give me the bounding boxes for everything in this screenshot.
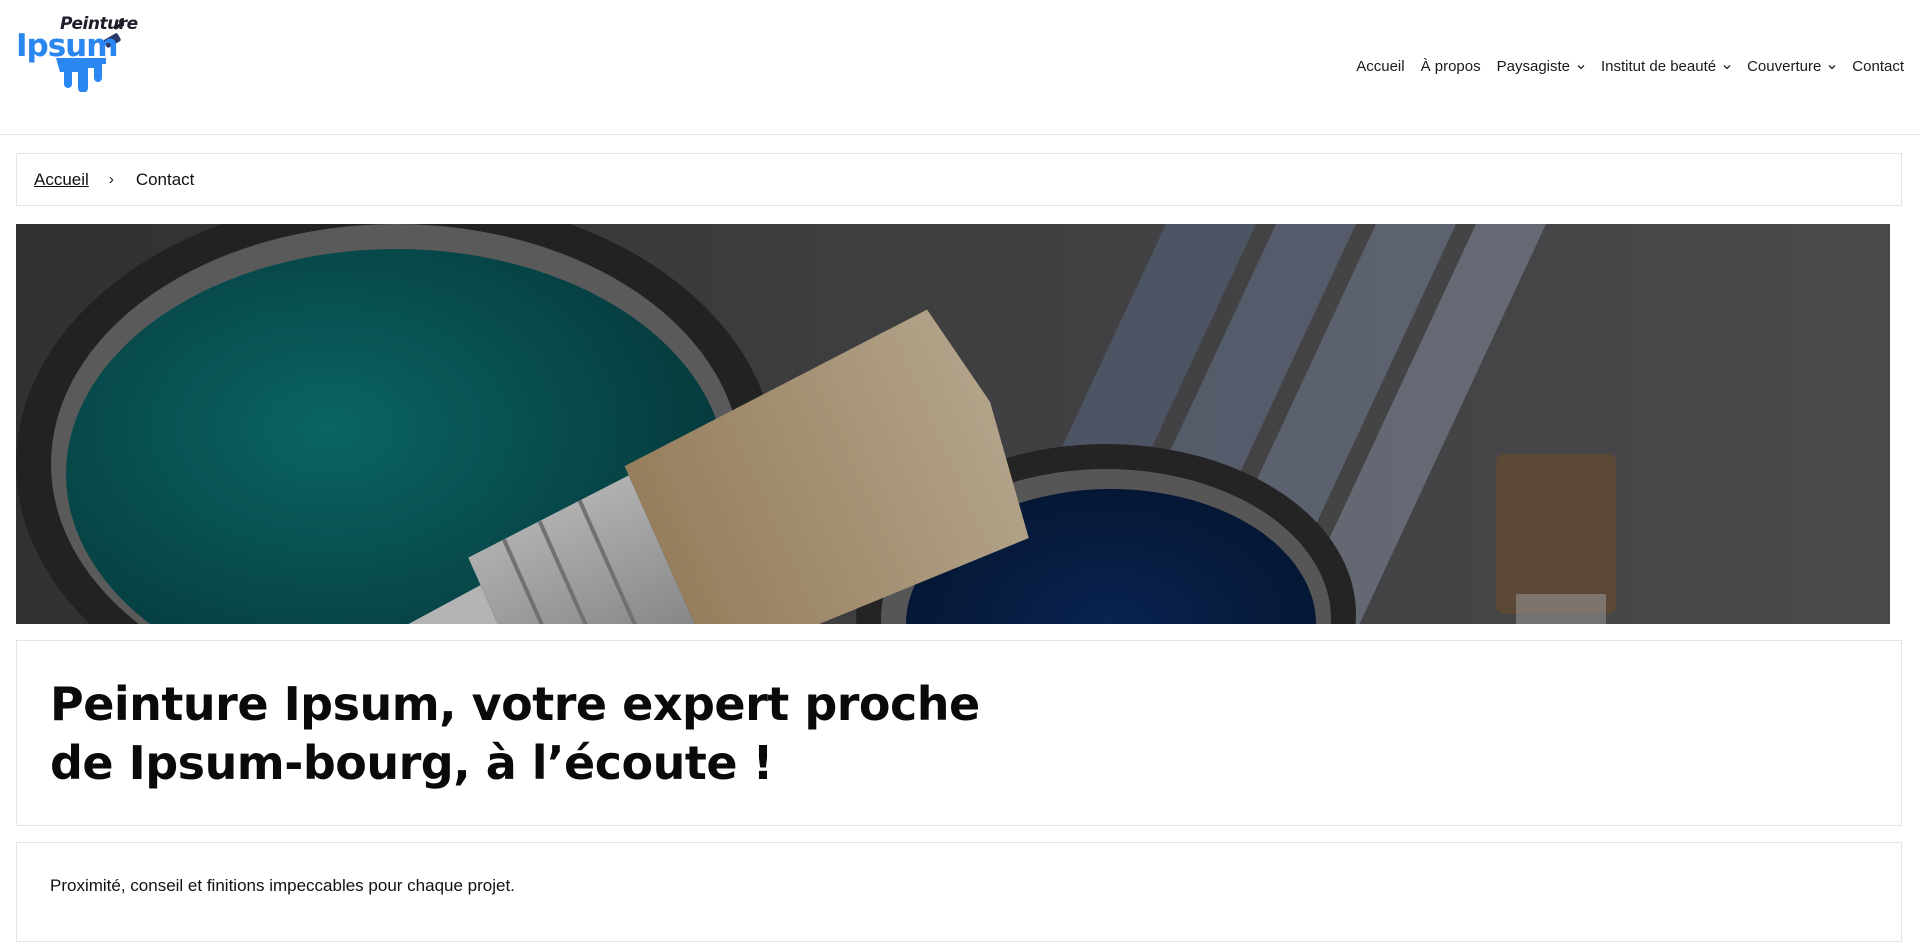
nav-item-institut-de-beaute[interactable]: Institut de beauté	[1601, 58, 1731, 75]
breadcrumb-separator: ›	[108, 171, 114, 188]
breadcrumb: Accueil › Contact	[16, 153, 1902, 206]
breadcrumb-home-link[interactable]: Accueil	[34, 170, 89, 190]
logo-main-text: Ipsum	[16, 28, 119, 64]
intro-section: Proximité, conseil et finitions impeccab…	[16, 842, 1902, 942]
nav-item-couverture[interactable]: Couverture	[1747, 58, 1836, 75]
nav-label: Paysagiste	[1496, 58, 1570, 75]
site-logo[interactable]: Peinture Ipsum	[16, 14, 138, 92]
nav-label: Couverture	[1747, 58, 1822, 75]
nav-label: Contact	[1852, 58, 1904, 75]
nav-item-a-propos[interactable]: À propos	[1421, 58, 1481, 75]
paint-brush-photo	[16, 224, 1890, 624]
nav-item-accueil[interactable]: Accueil	[1356, 58, 1404, 75]
nav-label: Accueil	[1356, 58, 1405, 75]
breadcrumb-current: Contact	[135, 169, 195, 189]
main-nav: Accueil À propos Paysagiste Institut de …	[1340, 58, 1904, 75]
site-header: Peinture Ipsum Accueil À propos Paysagis…	[0, 0, 1920, 135]
nav-item-contact[interactable]: Contact	[1852, 58, 1904, 75]
nav-label: À propos	[1420, 58, 1481, 75]
title-section: Peinture Ipsum, votre expert proche de I…	[16, 640, 1902, 826]
nav-item-paysagiste[interactable]: Paysagiste	[1497, 58, 1585, 75]
page-title: Peinture Ipsum, votre expert proche de I…	[50, 677, 980, 790]
nav-label: Institut de beauté	[1601, 58, 1717, 75]
hero-image	[16, 224, 1890, 624]
chevron-down-icon	[1723, 64, 1731, 69]
chevron-down-icon	[1577, 64, 1585, 69]
chevron-down-icon	[1828, 64, 1836, 69]
intro-text: Proximité, conseil et finitions impeccab…	[50, 876, 515, 895]
